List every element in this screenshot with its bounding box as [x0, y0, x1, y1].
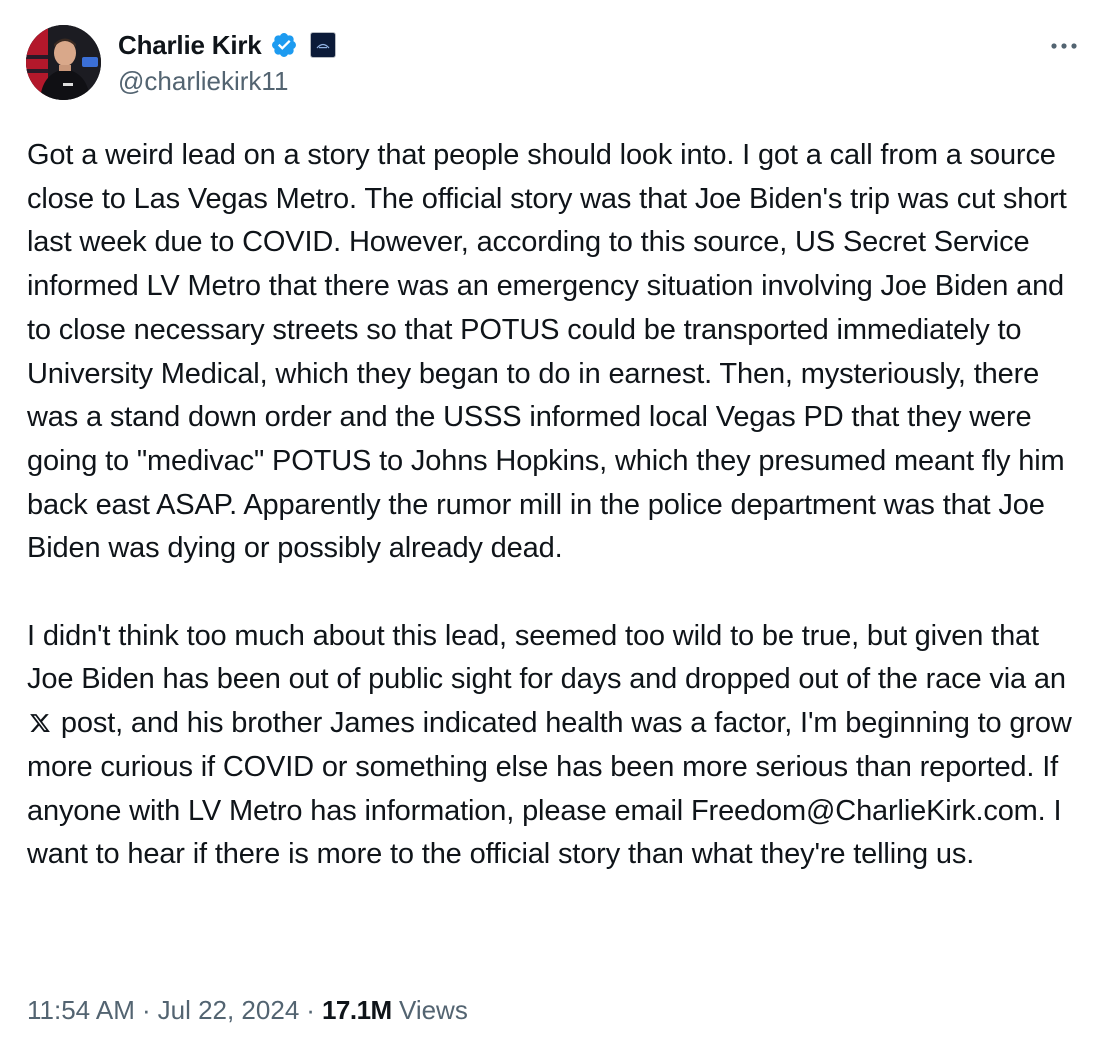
tweet-text: Got a weird lead on a story that people … [27, 134, 1087, 877]
tweet-time[interactable]: 11:54 AM [27, 995, 135, 1026]
views-label: Views [398, 995, 468, 1025]
tweet-paragraph-2-after: post, and his brother James indicated he… [27, 707, 1072, 871]
views-count[interactable]: 17.1M [322, 995, 392, 1025]
organization-badge-icon[interactable] [309, 32, 336, 58]
author-handle[interactable]: @charliekirk11 [118, 66, 288, 97]
tweet-paragraph-1: Got a weird lead on a story that people … [27, 139, 1067, 565]
author-display-name[interactable]: Charlie Kirk [118, 30, 262, 61]
more-options-icon[interactable] [1048, 36, 1080, 56]
author-name-row: Charlie Kirk [118, 26, 336, 64]
x-logo-icon [29, 704, 51, 733]
author-avatar[interactable] [26, 25, 101, 100]
tweet-meta: 11:54 AM · Jul 22, 2024 · 17.1M Views [27, 995, 468, 1026]
tweet-paragraph-2: I didn't think too much about this lead,… [27, 615, 1087, 877]
tweet-card: Charlie Kirk @charliekirk11 Got a weird … [0, 0, 1104, 1054]
meta-separator: · [306, 995, 315, 1025]
profile-photo-icon [26, 25, 101, 100]
tweet-date[interactable]: Jul 22, 2024 [158, 995, 300, 1026]
meta-separator: · [141, 995, 151, 1025]
verified-badge-icon[interactable] [270, 31, 298, 59]
tweet-paragraph-2-before: I didn't think too much about this lead,… [27, 619, 1066, 696]
